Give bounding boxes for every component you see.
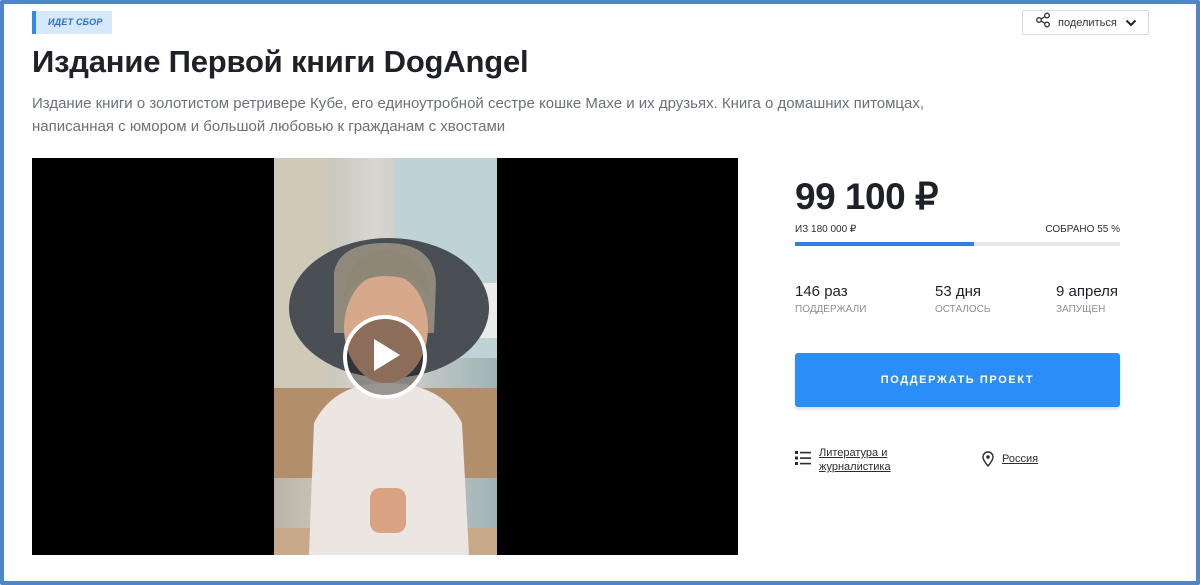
category-meta: Литература и журналистика [795, 446, 911, 474]
location-pin-icon [982, 446, 994, 472]
funding-summary: из 180 000 ₽ собрано 55 % [795, 224, 1120, 235]
stat-value: 53 дня [935, 283, 982, 300]
stat-label: осталось [935, 304, 991, 315]
status-badge: ИДЕТ СБОР [32, 11, 112, 34]
stat-launched: 9 апреля запущен [1056, 283, 1118, 315]
progress-bar [795, 242, 1120, 246]
location-meta: Россия [982, 446, 1038, 472]
stat-value: 146 раз [795, 283, 848, 300]
collected-percent: собрано 55 % [1045, 224, 1120, 235]
page-title: Издание Первой книги DogAngel [32, 44, 529, 79]
category-link[interactable]: Литература и журналистика [819, 446, 911, 474]
project-description: Издание книги о золотистом ретривере Куб… [32, 95, 925, 135]
location-link[interactable]: Россия [1002, 452, 1038, 466]
share-icon [1035, 12, 1051, 33]
chevron-down-icon [1125, 14, 1137, 32]
stat-value: 9 апреля [1056, 283, 1119, 300]
play-icon [368, 335, 402, 380]
raised-amount: 99 100 ₽ [795, 176, 939, 217]
share-button[interactable]: поделиться [1022, 10, 1149, 35]
video-player[interactable] [32, 158, 738, 555]
share-label: поделиться [1058, 16, 1117, 29]
stat-backers: 146 раз поддержали [795, 283, 866, 315]
support-project-button[interactable]: Поддержать проект [795, 353, 1120, 407]
stat-label: запущен [1056, 304, 1106, 315]
play-button[interactable] [343, 315, 427, 399]
list-icon [795, 446, 811, 471]
stat-label: поддержали [795, 304, 867, 315]
stat-days-left: 53 дня осталось [935, 283, 990, 315]
progress-bar-fill [795, 242, 974, 246]
goal-amount: из 180 000 ₽ [795, 224, 857, 235]
